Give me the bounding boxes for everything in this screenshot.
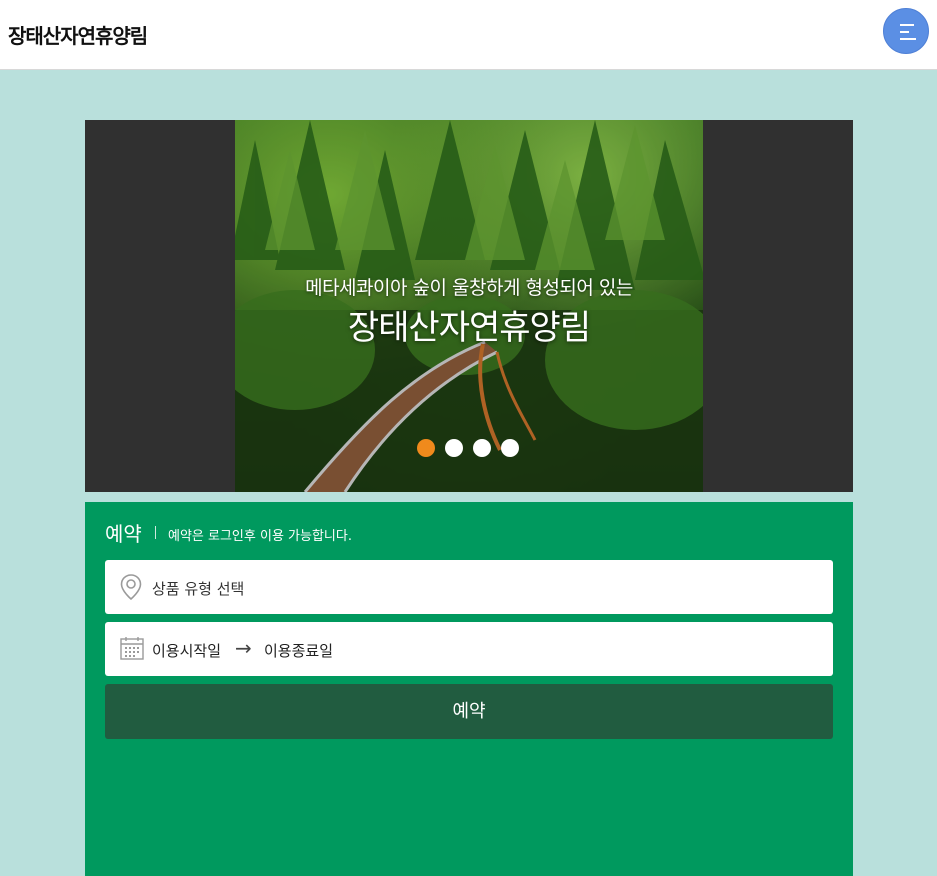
reserve-button[interactable]: 예약: [105, 684, 833, 739]
date-range-picker[interactable]: 이용시작일 → 이용종료일: [105, 622, 833, 676]
start-date-label[interactable]: 이용시작일: [152, 640, 221, 661]
menu-icon: [900, 24, 914, 26]
slider-dot-1[interactable]: [417, 439, 435, 457]
calendar-icon: [119, 635, 145, 665]
arrow-right-icon: →: [235, 636, 252, 660]
slider-dot-4[interactable]: [501, 439, 519, 457]
slide-subtitle: 메타세콰이아 숲이 울창하게 형성되어 있는: [305, 277, 633, 299]
title-divider: [155, 526, 156, 539]
reservation-panel: 예약 예약은 로그인후 이용 가능합니다. 상품 유형 선택 이용시작일 → 이…: [85, 502, 853, 876]
product-type-select[interactable]: 상품 유형 선택: [105, 560, 833, 614]
end-date-label[interactable]: 이용종료일: [264, 640, 333, 661]
slider-dot-2[interactable]: [445, 439, 463, 457]
product-type-placeholder: 상품 유형 선택: [152, 580, 245, 598]
menu-button[interactable]: [883, 8, 929, 54]
location-pin-icon: [119, 573, 143, 605]
site-header: 장태산자연휴양림: [0, 0, 937, 70]
site-title[interactable]: 장태산자연휴양림: [8, 20, 148, 49]
slider-dot-3[interactable]: [473, 439, 491, 457]
hero-slider: 메타세콰이아 숲이 울창하게 형성되어 있는 장태산자연휴양림: [85, 120, 853, 492]
reservation-note: 예약은 로그인후 이용 가능합니다.: [168, 529, 352, 544]
slide-title: 장태산자연휴양림: [347, 308, 591, 348]
reservation-title: 예약: [105, 522, 142, 546]
